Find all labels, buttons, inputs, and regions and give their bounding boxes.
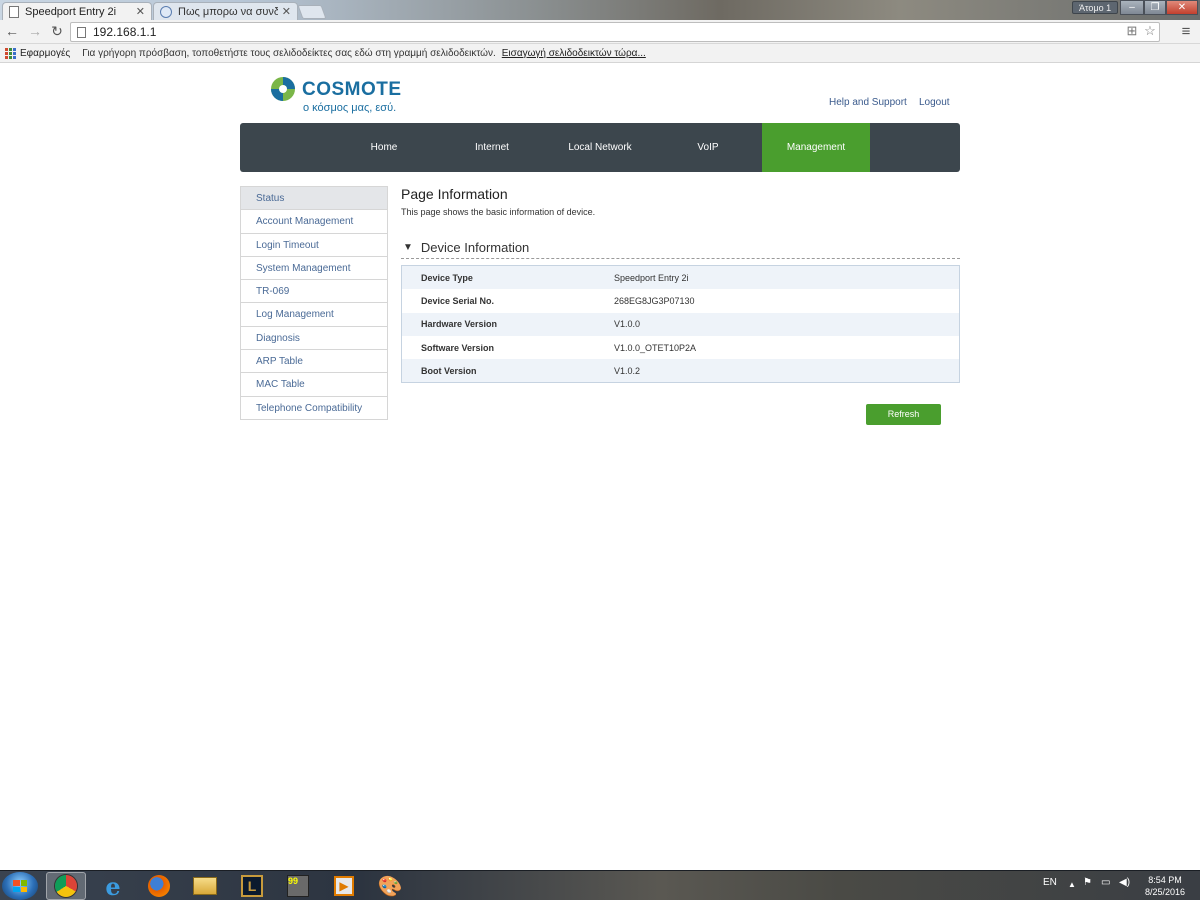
sidebar-item-log-management[interactable]: Log Management xyxy=(241,303,387,327)
refresh-button[interactable]: Refresh xyxy=(866,404,941,425)
collapse-triangle-icon[interactable]: ▼ xyxy=(403,242,413,253)
language-indicator[interactable]: EN xyxy=(1043,877,1057,888)
system-clock[interactable]: 8:54 PM 8/25/2016 xyxy=(1140,874,1190,898)
table-row: Boot Version V1.0.2 xyxy=(402,359,959,383)
row-label: Device Type xyxy=(421,272,473,283)
nav-management[interactable]: Management xyxy=(762,123,870,172)
router-page: COSMOTE ο κόσμος μας, εσύ. Help and Supp… xyxy=(0,64,1200,870)
forward-arrow-icon[interactable]: → xyxy=(27,23,43,39)
start-button[interactable] xyxy=(2,872,38,900)
table-row: Device Serial No. 268EG8JG3P07130 xyxy=(402,289,959,313)
content-area: Page Information This page shows the bas… xyxy=(401,186,960,425)
file-explorer-icon[interactable] xyxy=(185,872,225,900)
device-info-table: Device Type Speedport Entry 2i Device Se… xyxy=(401,265,960,384)
internet-explorer-icon[interactable]: e xyxy=(93,872,133,900)
close-window-button[interactable]: ✕ xyxy=(1166,0,1198,15)
nav-internet[interactable]: Internet xyxy=(438,123,546,172)
sidebar-item-diagnosis[interactable]: Diagnosis xyxy=(241,326,387,351)
page-description: This page shows the basic information of… xyxy=(401,207,596,217)
tab-speedport[interactable]: Speedport Entry 2i ✕ xyxy=(2,2,152,20)
site-icon xyxy=(160,5,172,18)
translate-icon[interactable]: ⊞ xyxy=(1125,24,1139,38)
media-player-icon[interactable]: ▶ xyxy=(324,872,364,900)
league-of-legends-icon[interactable]: L xyxy=(232,872,272,900)
windows-logo-icon xyxy=(13,880,27,892)
brand-name: COSMOTE xyxy=(302,79,402,100)
sidebar-item-tr-069[interactable]: TR-069 xyxy=(241,280,387,304)
brand-tagline: ο κόσμος μας, εσύ. xyxy=(303,102,397,114)
window-titlebar: Speedport Entry 2i ✕ Πως μπορω να συνδεσ… xyxy=(0,0,1200,20)
nav-local-network[interactable]: Local Network xyxy=(546,123,654,172)
bookmarks-bar: Εφαρμογές Για γρήγορη πρόσβαση, τοποθετή… xyxy=(0,44,1200,63)
sidebar-item-status[interactable]: Status xyxy=(241,187,387,211)
management-sidebar: Status Account Management Login Timeout … xyxy=(240,186,388,420)
star-icon[interactable]: ☆ xyxy=(1143,24,1157,38)
tab-label: Speedport Entry 2i xyxy=(25,5,117,18)
table-row: Hardware Version V1.0.0 xyxy=(402,312,959,336)
cosmote-logo[interactable]: COSMOTE ο κόσμος μας, εσύ. xyxy=(270,76,410,120)
sidebar-item-account-management[interactable]: Account Management xyxy=(241,210,387,234)
volume-icon[interactable]: ◀) xyxy=(1119,877,1130,888)
page-icon xyxy=(9,5,19,18)
clock-date: 8/25/2016 xyxy=(1144,887,1186,897)
bookmarks-hint: Για γρήγορη πρόσβαση, τοποθετήστε τους σ… xyxy=(82,47,496,59)
row-value: V1.0.0_OTET10P2A xyxy=(614,342,697,353)
nav-home[interactable]: Home xyxy=(330,123,438,172)
url-text[interactable]: 192.168.1.1 xyxy=(93,25,156,39)
section-title: Device Information xyxy=(420,240,530,255)
row-label: Hardware Version xyxy=(421,319,498,330)
maximize-button[interactable]: ❐ xyxy=(1144,0,1166,15)
windows-taskbar: e L 99 ▶ 🎨 EN ▲ ⚑ ▭ ◀) 8:54 PM 8/25/2016 xyxy=(0,870,1200,900)
chrome-icon[interactable] xyxy=(46,872,86,900)
firefox-icon[interactable] xyxy=(139,872,179,900)
row-label: Software Version xyxy=(421,342,495,353)
row-label: Boot Version xyxy=(421,365,477,376)
show-hidden-icons-icon[interactable]: ▲ xyxy=(1068,880,1076,889)
close-tab-icon[interactable]: ✕ xyxy=(136,5,145,18)
close-tab-icon[interactable]: ✕ xyxy=(282,5,291,18)
action-center-icon[interactable]: ⚑ xyxy=(1083,877,1092,888)
row-value: Speedport Entry 2i xyxy=(614,272,689,283)
row-value: 268EG8JG3P07130 xyxy=(614,295,695,306)
sidebar-item-telephone-compatibility[interactable]: Telephone Compatibility xyxy=(241,396,387,420)
network-icon[interactable]: ▭ xyxy=(1101,877,1110,888)
apps-link[interactable]: Εφαρμογές xyxy=(20,48,70,59)
browser-toolbar: ← → ↻ 192.168.1.1 ⊞ ☆ ≡ xyxy=(0,20,1200,44)
main-navigation: Home Internet Local Network VoIP Managem… xyxy=(240,123,960,172)
row-label: Device Serial No. xyxy=(421,295,495,306)
profile-badge[interactable]: Άτομο 1 xyxy=(1072,1,1119,14)
back-arrow-icon[interactable]: ← xyxy=(4,23,20,39)
apps-grid-icon[interactable] xyxy=(5,47,16,59)
row-value: V1.0.0 xyxy=(614,319,641,330)
sidebar-item-system-management[interactable]: System Management xyxy=(241,256,387,281)
new-tab-button[interactable] xyxy=(297,5,327,19)
page-icon xyxy=(77,26,86,38)
help-and-support-link[interactable]: Help and Support xyxy=(829,97,907,108)
table-row: Device Type Speedport Entry 2i xyxy=(402,266,959,290)
device-information-header[interactable]: ▼ Device Information xyxy=(401,237,960,259)
row-value: V1.0.2 xyxy=(614,365,641,376)
import-bookmarks-link[interactable]: Εισαγωγή σελιδοδεικτών τώρα... xyxy=(502,48,646,59)
nav-voip[interactable]: VoIP xyxy=(654,123,762,172)
tab-forum[interactable]: Πως μπορω να συνδεσω ✕ xyxy=(153,2,298,20)
sidebar-item-login-timeout[interactable]: Login Timeout xyxy=(241,233,387,257)
cosmote-logo-icon xyxy=(271,77,295,101)
address-bar[interactable]: 192.168.1.1 ⊞ ☆ xyxy=(70,22,1160,42)
app-99-icon[interactable]: 99 xyxy=(278,872,318,900)
page-title: Page Information xyxy=(401,186,508,202)
reload-icon[interactable]: ↻ xyxy=(49,23,65,39)
paint-icon[interactable]: 🎨 xyxy=(370,872,410,900)
tab-label: Πως μπορω να συνδεσω xyxy=(178,5,278,18)
sidebar-item-mac-table[interactable]: MAC Table xyxy=(241,373,387,397)
minimize-button[interactable]: – xyxy=(1120,0,1144,15)
menu-icon[interactable]: ≡ xyxy=(1178,24,1194,40)
sidebar-item-arp-table[interactable]: ARP Table xyxy=(241,350,387,374)
table-row: Software Version V1.0.0_OTET10P2A xyxy=(402,335,959,360)
clock-time: 8:54 PM xyxy=(1148,875,1182,885)
logout-link[interactable]: Logout xyxy=(919,97,950,108)
